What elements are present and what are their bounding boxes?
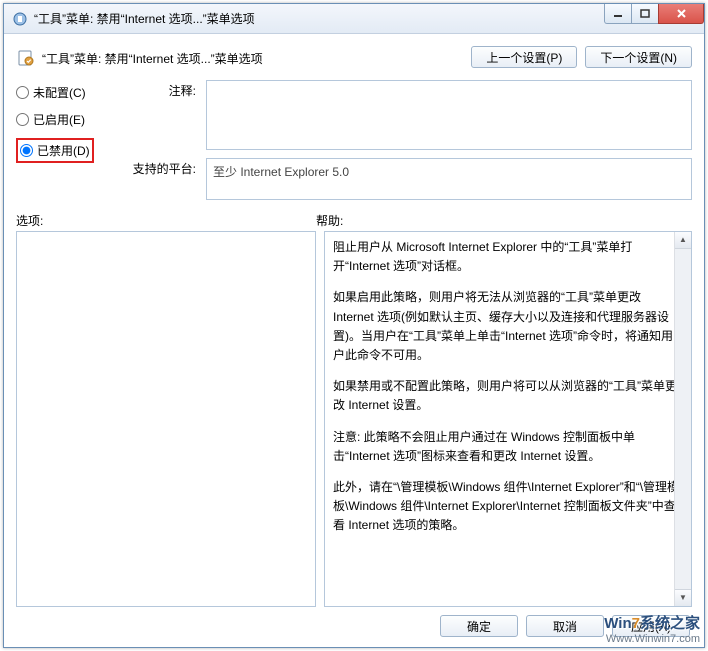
help-paragraph: 如果启用此策略，则用户将无法从浏览器的“工具”菜单更改 Internet 选项(…	[333, 288, 683, 365]
minimize-button[interactable]	[604, 4, 632, 24]
radio-disabled-input[interactable]	[20, 144, 33, 157]
apply-button[interactable]: 应用(A)	[612, 615, 690, 637]
window-controls	[605, 4, 704, 33]
radio-disabled[interactable]: 已禁用(D)	[20, 142, 90, 159]
options-label: 选项:	[16, 212, 316, 229]
nav-buttons: 上一个设置(P) 下一个设置(N)	[471, 46, 692, 68]
fields-column: 注释: 支持的平台: 至少 Internet Explorer 5.0	[126, 80, 692, 200]
dialog-footer: 确定 取消 应用(A)	[16, 607, 692, 639]
app-icon	[12, 11, 28, 27]
comment-row: 注释:	[126, 80, 692, 150]
scroll-up-icon[interactable]: ▲	[675, 232, 691, 249]
options-panel	[16, 231, 316, 607]
platform-label: 支持的平台:	[126, 158, 196, 177]
comment-textarea[interactable]	[206, 80, 692, 150]
radio-disabled-highlight: 已禁用(D)	[16, 138, 94, 163]
help-paragraph: 注意: 此策略不会阻止用户通过在 Windows 控制面板中单击“Interne…	[333, 428, 683, 466]
radio-not-configured-input[interactable]	[16, 86, 29, 99]
header-left: “工具”菜单: 禁用“Internet 选项...”菜单选项	[16, 44, 263, 68]
scroll-down-icon[interactable]: ▼	[675, 589, 691, 606]
dialog-content: “工具”菜单: 禁用“Internet 选项...”菜单选项 上一个设置(P) …	[4, 34, 704, 647]
titlebar: “工具”菜单: 禁用“Internet 选项...”菜单选项	[4, 4, 704, 34]
help-paragraph: 阻止用户从 Microsoft Internet Explorer 中的“工具”…	[333, 238, 683, 276]
cancel-button[interactable]: 取消	[526, 615, 604, 637]
supported-platforms-text: 至少 Internet Explorer 5.0	[213, 165, 349, 179]
panel-labels: 选项: 帮助:	[16, 212, 692, 229]
platform-row: 支持的平台: 至少 Internet Explorer 5.0	[126, 158, 692, 200]
help-paragraph: 此外，请在“\管理模板\Windows 组件\Internet Explorer…	[333, 478, 683, 536]
comment-label: 注释:	[126, 80, 196, 99]
policy-icon	[16, 48, 36, 68]
header-row: “工具”菜单: 禁用“Internet 选项...”菜单选项 上一个设置(P) …	[16, 44, 692, 68]
dialog-window: “工具”菜单: 禁用“Internet 选项...”菜单选项	[3, 3, 705, 648]
panels-row: 阻止用户从 Microsoft Internet Explorer 中的“工具”…	[16, 231, 692, 607]
radio-not-configured[interactable]: 未配置(C)	[16, 84, 116, 101]
close-button[interactable]	[658, 4, 704, 24]
help-paragraph: 如果禁用或不配置此策略，则用户将可以从浏览器的“工具”菜单更改 Internet…	[333, 377, 683, 415]
config-area: 未配置(C) 已启用(E) 已禁用(D) 注释:	[16, 80, 692, 200]
previous-setting-button[interactable]: 上一个设置(P)	[471, 46, 577, 68]
radio-enabled-input[interactable]	[16, 113, 29, 126]
maximize-button[interactable]	[631, 4, 659, 24]
help-label: 帮助:	[316, 212, 343, 229]
radio-enabled-label: 已启用(E)	[33, 111, 85, 128]
radio-disabled-label: 已禁用(D)	[37, 142, 90, 159]
help-scrollbar[interactable]: ▲ ▼	[674, 232, 691, 606]
policy-title: “工具”菜单: 禁用“Internet 选项...”菜单选项	[42, 50, 263, 67]
ok-button[interactable]: 确定	[440, 615, 518, 637]
next-setting-button[interactable]: 下一个设置(N)	[585, 46, 692, 68]
supported-platforms-box: 至少 Internet Explorer 5.0	[206, 158, 692, 200]
radio-enabled[interactable]: 已启用(E)	[16, 111, 116, 128]
help-panel: 阻止用户从 Microsoft Internet Explorer 中的“工具”…	[324, 231, 692, 607]
window-title: “工具”菜单: 禁用“Internet 选项...”菜单选项	[34, 10, 605, 27]
radio-not-configured-label: 未配置(C)	[33, 84, 86, 101]
state-radio-group: 未配置(C) 已启用(E) 已禁用(D)	[16, 80, 116, 200]
